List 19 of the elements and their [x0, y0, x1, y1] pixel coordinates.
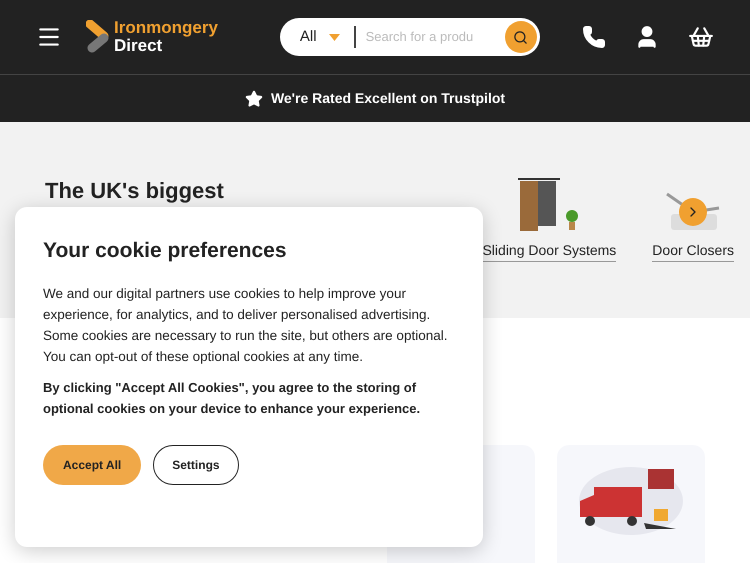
- search-icon: [513, 30, 528, 44]
- banner-text: We're Rated Excellent on Trustpilot: [270, 89, 506, 108]
- caret-icon: [328, 34, 340, 40]
- dialog-body: We and our digital partners use cookies to help improve your experience, for analytics, and to deliver personalised advertising. Some cookies are necessary to run the site, but others are optional. You can opt-out of these optional cookies at any time.: [43, 284, 448, 366]
- logo-text: Direct: [114, 37, 162, 55]
- hero-heading: The UK's biggest: [45, 177, 224, 205]
- settings-button[interactable]: Settings: [153, 444, 239, 484]
- carousel-next-button[interactable]: [679, 198, 708, 226]
- dialog-notice: By clicking "Accept All Cookies", you agree to the storing of optional cookies on your device to enhance your experience.: [43, 378, 422, 418]
- category-dropdown[interactable]: All: [300, 26, 340, 48]
- star-icon: [244, 90, 263, 108]
- search-field[interactable]: All Search for a produ: [280, 18, 540, 56]
- logo-text: Ironmongery: [114, 19, 218, 37]
- accept-all-button[interactable]: Accept All: [43, 444, 142, 484]
- dialog-title: Your cookie preferences: [43, 238, 288, 264]
- phone-icon[interactable]: [582, 25, 606, 49]
- search-button[interactable]: [505, 21, 537, 53]
- category-link[interactable]: Door Closers: [652, 240, 734, 262]
- logo-icon: [86, 20, 110, 54]
